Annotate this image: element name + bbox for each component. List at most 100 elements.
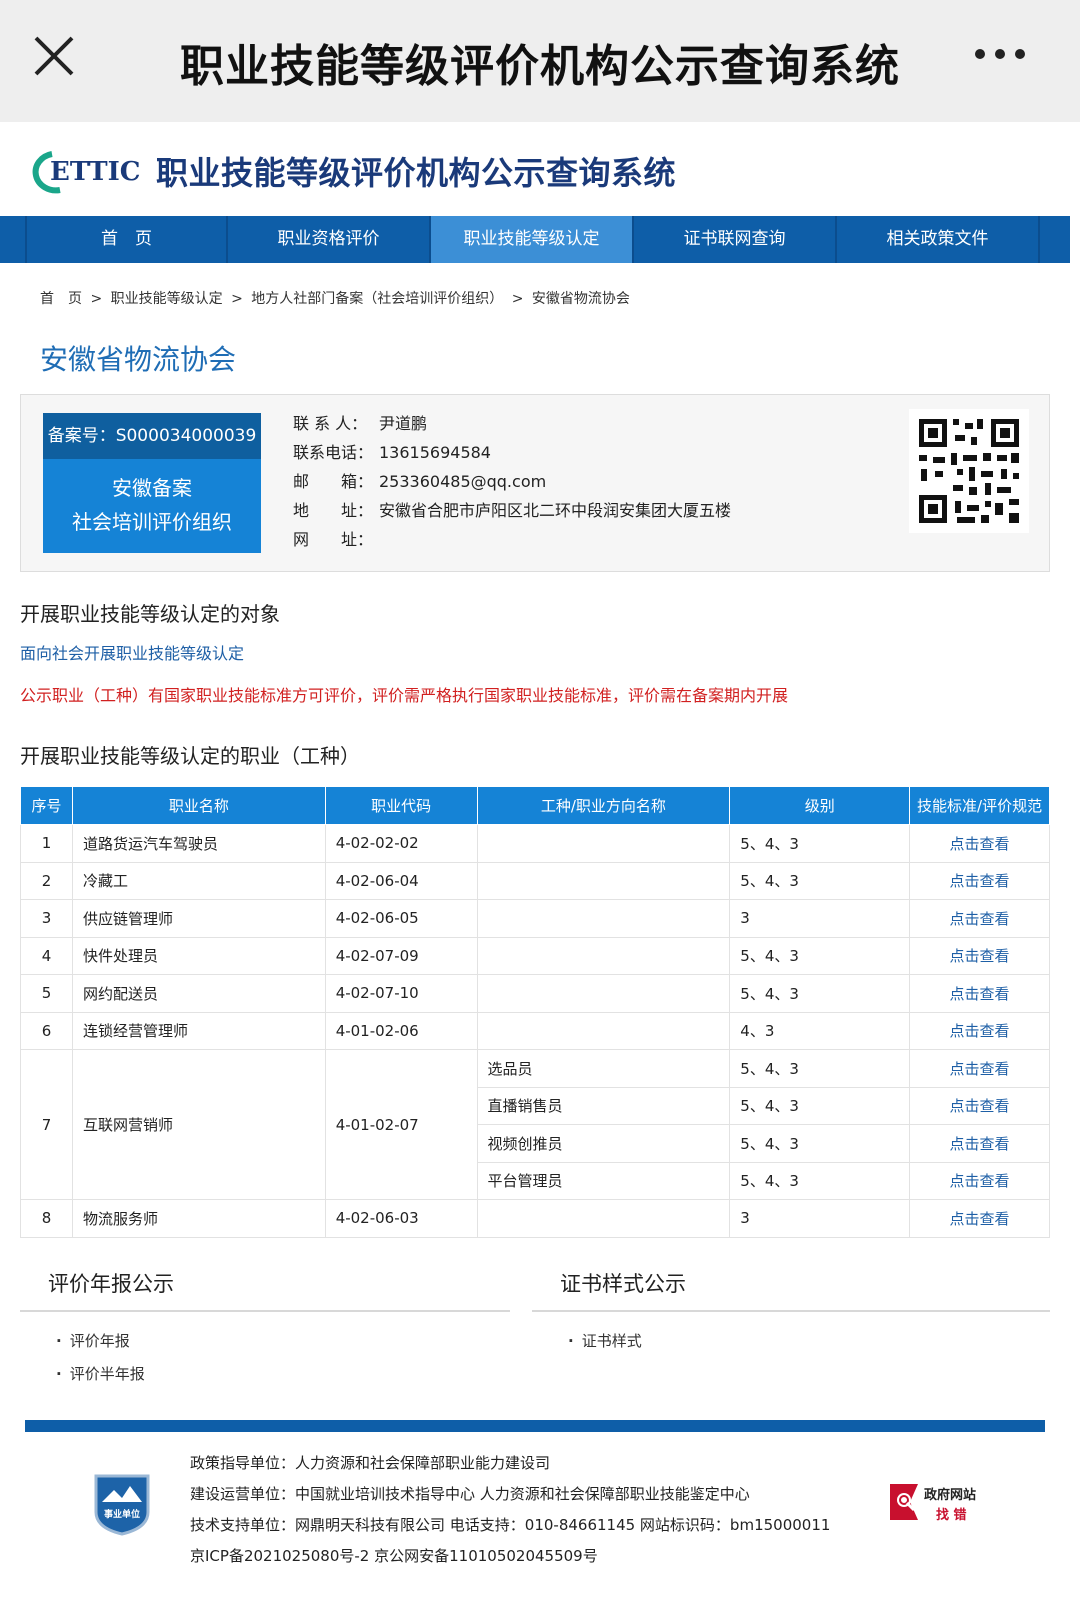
certificate-style-link[interactable]: 证书样式 xyxy=(532,1330,1050,1351)
cell-level: 5、4、3 xyxy=(729,974,911,1013)
target-notice: 公示职业（工种）有国家职业技能标准方可评价，评价需严格执行国家职业技能标准，评价… xyxy=(20,686,789,705)
view-standard-link[interactable]: 点击查看 xyxy=(909,1011,1050,1050)
col-level: 级别 xyxy=(729,786,911,825)
cell-name: 道路货运汽车驾驶员 xyxy=(71,824,326,863)
cell-code: 4-02-02-02 xyxy=(324,824,478,863)
view-standard-link[interactable]: 点击查看 xyxy=(909,936,1050,975)
cell-direction: 选品员 xyxy=(476,1049,731,1088)
footer-operation-unit: 建设运营单位：中国就业培训技术指导中心 人力资源和社会保障部职业技能鉴定中心 xyxy=(190,1485,750,1503)
cell-level: 5、4、3 xyxy=(729,824,911,863)
cell-level: 5、4、3 xyxy=(729,1161,911,1200)
col-standard: 技能标准/评价规范 xyxy=(909,786,1050,825)
occupations-table: 序号 职业名称 职业代码 工种/职业方向名称 级别 技能标准/评价规范 1 道路货… xyxy=(20,786,1050,1238)
report-error-label: 找 错 xyxy=(936,1508,967,1523)
cell-name: 快件处理员 xyxy=(71,936,326,975)
crumb-sep: > xyxy=(511,291,524,307)
org-info-card: 备案号：S000034000039 安徽备案 社会培训评价组织 联 系 人： 尹道… xyxy=(20,394,1050,572)
cell-no: 1 xyxy=(20,824,73,863)
col-no: 序号 xyxy=(20,786,73,825)
view-standard-link[interactable]: 点击查看 xyxy=(909,1086,1050,1125)
cell-direction: 视频创推员 xyxy=(476,1124,731,1163)
footer-tech-support: 技术支持单位：网鼎明天科技有限公司 电话支持：010-84661145 网站标识… xyxy=(190,1516,831,1534)
breadcrumb: 首 页 > 职业技能等级认定 > 地方人社部门备案（社会培训评价组织） > 安徽… xyxy=(40,288,634,308)
target-heading: 开展职业技能等级认定的对象 xyxy=(20,602,280,626)
cell-direction xyxy=(476,861,731,900)
table-row: 5 网约配送员 4-02-07-10 5、4、3 点击查看 xyxy=(20,974,1050,1013)
nav-certificate-query[interactable]: 证书联网查询 xyxy=(634,216,837,263)
close-icon[interactable] xyxy=(32,34,76,78)
occupations-body: 1 道路货运汽车驾驶员 4-02-02-02 5、4、3 点击查看 2 冷藏工 4-02-06… xyxy=(20,824,1050,1238)
cell-level: 3 xyxy=(729,1199,911,1238)
crumb-skill[interactable]: 职业技能等级认定 xyxy=(111,291,223,307)
footer-icp[interactable]: 京ICP备2021025080号-2 京公网安备11010502045509号 xyxy=(190,1541,830,1572)
address-value: 安徽省合肥市庐阳区北二环中段润安集团大厦五楼 xyxy=(379,501,732,520)
gov-site-report-error[interactable]: 政府网站 找 错 xyxy=(888,1480,988,1530)
crumb-local[interactable]: 地方人社部门备案（社会培训评价组织） xyxy=(251,291,503,307)
cell-no: 7 xyxy=(20,1049,73,1200)
record-badge: 备案号：S000034000039 安徽备案 社会培训评价组织 xyxy=(43,413,261,553)
cell-level: 4、3 xyxy=(729,1011,911,1050)
site-header: ETTIC 职业技能等级评价机构公示查询系统 xyxy=(0,122,1080,218)
nav-home[interactable]: 首 页 xyxy=(25,216,228,263)
crumb-sep: > xyxy=(90,291,103,307)
cell-code: 4-02-06-05 xyxy=(324,899,478,938)
qr-code-icon xyxy=(909,409,1029,533)
target-text: 面向社会开展职业技能等级认定 xyxy=(20,644,245,663)
svg-text:事业单位: 事业单位 xyxy=(104,1508,140,1520)
view-standard-link[interactable]: 点击查看 xyxy=(909,1199,1050,1238)
view-standard-link[interactable]: 点击查看 xyxy=(909,974,1050,1013)
table-row: 4 快件处理员 4-02-07-09 5、4、3 点击查看 xyxy=(20,936,1050,975)
view-standard-link[interactable]: 点击查看 xyxy=(909,1049,1050,1088)
nav-skill-level[interactable]: 职业技能等级认定 xyxy=(431,216,634,263)
view-standard-link[interactable]: 点击查看 xyxy=(909,899,1050,938)
nav-qualification[interactable]: 职业资格评价 xyxy=(228,216,431,263)
col-name: 职业名称 xyxy=(71,786,326,825)
view-standard-link[interactable]: 点击查看 xyxy=(909,824,1050,863)
semiannual-report-link[interactable]: 评价半年报 xyxy=(20,1363,510,1384)
app-bar: 职业技能等级评价机构公示查询系统 xyxy=(0,0,1080,122)
institution-emblem-icon[interactable]: 事业单位 xyxy=(92,1472,152,1536)
badge-line1: 安徽备案 xyxy=(112,476,192,500)
table-header-row: 序号 职业名称 职业代码 工种/职业方向名称 级别 技能标准/评价规范 xyxy=(20,786,1050,825)
cell-level: 3 xyxy=(729,899,911,938)
table-row: 1 道路货运汽车驾驶员 4-02-02-02 5、4、3 点击查看 xyxy=(20,824,1050,863)
cell-code: 4-02-06-04 xyxy=(324,861,478,900)
cell-level: 5、4、3 xyxy=(729,936,911,975)
email-value: 253360485@qq.com xyxy=(379,472,547,491)
table-row: 7 互联网营销师 4-01-02-07 选品员 5、4、3 点击查看 xyxy=(20,1049,1050,1200)
certificate-style-section: 证书样式公示 证书样式 xyxy=(532,1268,1050,1351)
cell-name: 供应链管理师 xyxy=(71,899,326,938)
table-row: 2 冷藏工 4-02-06-04 5、4、3 点击查看 xyxy=(20,861,1050,900)
footer-policy-unit: 政策指导单位：人力资源和社会保障部职业能力建设司 xyxy=(190,1454,551,1472)
cell-no: 8 xyxy=(20,1199,73,1238)
cell-name: 网约配送员 xyxy=(71,974,326,1013)
view-standard-link[interactable]: 点击查看 xyxy=(909,861,1050,900)
badge-line2: 社会培训评价组织 xyxy=(72,510,232,534)
contact-value: 尹道鹏 xyxy=(379,414,428,433)
cell-level: 5、4、3 xyxy=(729,1086,911,1125)
col-direction: 工种/职业方向名称 xyxy=(476,786,731,825)
cell-no: 5 xyxy=(20,974,73,1013)
cell-code: 4-01-02-07 xyxy=(324,1049,478,1200)
site-title: 职业技能等级评价机构公示查询系统 xyxy=(156,154,677,192)
app-title: 职业技能等级评价机构公示查询系统 xyxy=(180,41,900,92)
view-standard-link[interactable]: 点击查看 xyxy=(909,1124,1050,1163)
more-icon[interactable] xyxy=(972,44,1028,64)
cell-direction: 直播销售员 xyxy=(476,1086,731,1125)
annual-report-link[interactable]: 评价年报 xyxy=(20,1330,510,1351)
cell-code: 4-02-06-03 xyxy=(324,1199,478,1238)
org-name-heading: 安徽省物流协会 xyxy=(40,343,237,376)
nav-policy[interactable]: 相关政策文件 xyxy=(837,216,1040,263)
cell-level: 5、4、3 xyxy=(729,1049,911,1088)
cell-level: 5、4、3 xyxy=(729,861,911,900)
col-code: 职业代码 xyxy=(324,786,478,825)
org-contact-info: 联 系 人： 尹道鹏 联系电话： 13615694584 邮 箱： 253360485… xyxy=(293,409,731,554)
view-standard-link[interactable]: 点击查看 xyxy=(909,1161,1050,1200)
cell-direction xyxy=(476,936,731,975)
crumb-home[interactable]: 首 页 xyxy=(40,291,82,307)
cell-name: 连锁经营管理师 xyxy=(71,1011,326,1050)
cell-direction xyxy=(476,974,731,1013)
crumb-current: 安徽省物流协会 xyxy=(531,291,630,307)
cell-direction xyxy=(476,1199,731,1238)
email-label: 邮 箱： xyxy=(293,472,374,491)
